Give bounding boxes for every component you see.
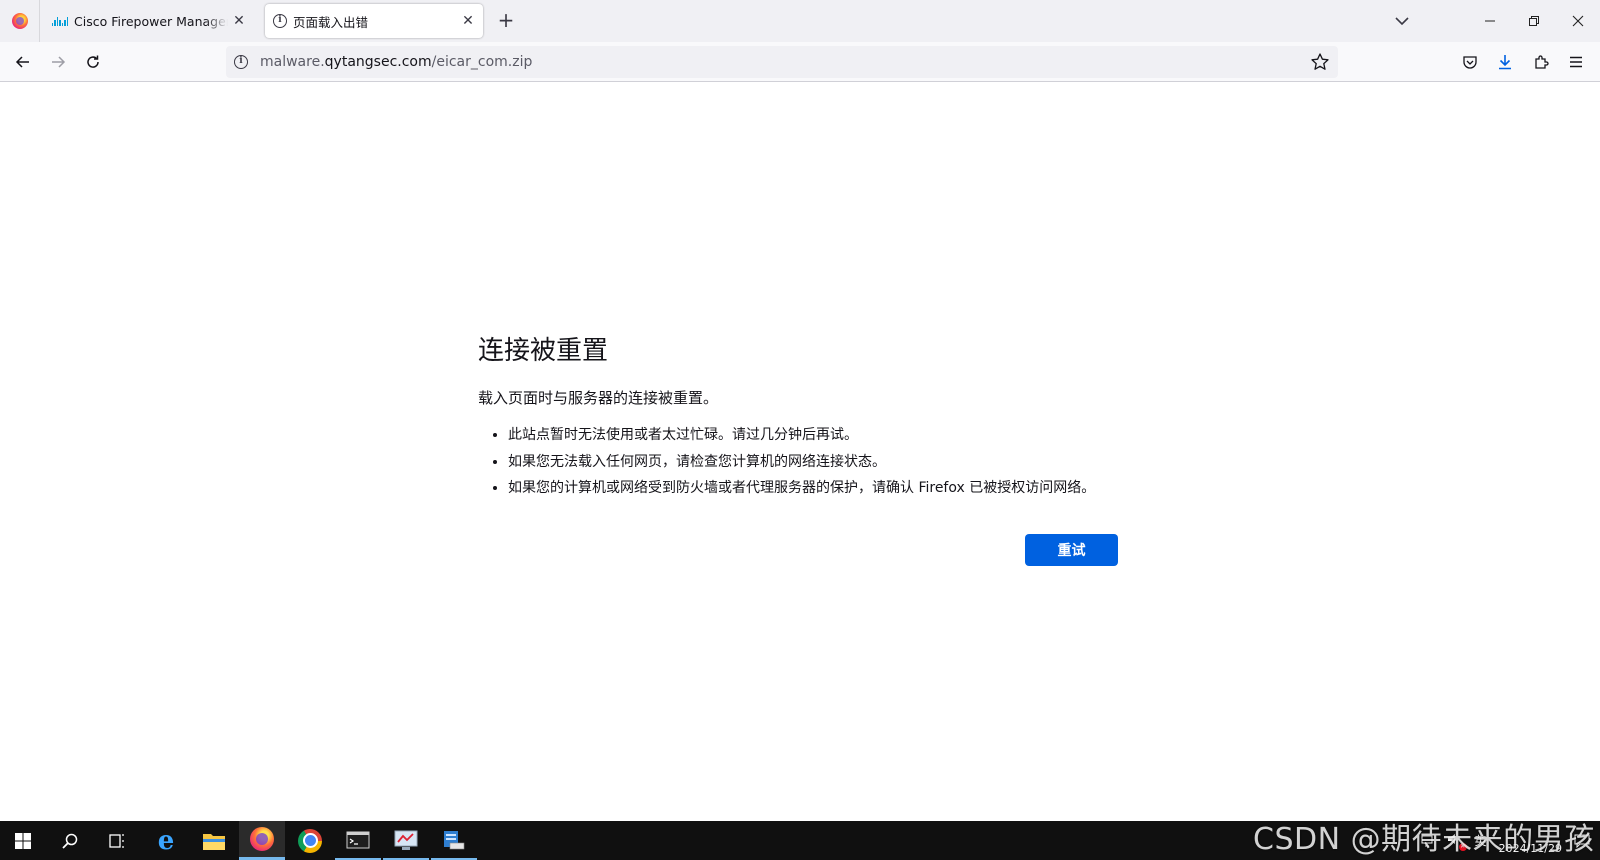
restore-button[interactable] <box>1512 0 1556 42</box>
close-tab-icon[interactable]: ✕ <box>228 10 250 32</box>
list-item: 此站点暂时无法使用或者太过忙碌。请过几分钟后再试。 <box>508 422 1118 449</box>
list-all-tabs-icon[interactable] <box>1393 12 1411 30</box>
tab-error-page[interactable]: i 页面载入出错 ✕ <box>265 4 483 38</box>
address-bar[interactable]: i malware.qytangsec.com/eicar_com.zip <box>226 46 1338 78</box>
info-icon: i <box>273 14 287 28</box>
downloads-button[interactable] <box>1491 48 1519 76</box>
internet-explorer-icon: e <box>157 825 175 856</box>
task-view-icon <box>109 833 124 848</box>
monitor-app-icon <box>394 830 418 850</box>
tab-title: Cisco Firepower Management Center <box>74 13 228 29</box>
url-domain-prefix: malware. <box>260 54 325 70</box>
taskbar-chrome[interactable] <box>287 821 333 860</box>
windows-start-icon <box>15 832 31 849</box>
error-description: 载入页面时与服务器的连接被重置。 <box>478 389 719 407</box>
search-icon <box>62 833 78 849</box>
cisco-icon <box>52 16 68 26</box>
list-item: 如果您无法载入任何网页，请检查您计算机的网络连接状态。 <box>508 449 1118 476</box>
minimize-icon <box>1485 20 1495 22</box>
taskbar-firefox[interactable] <box>239 821 285 860</box>
firefox-icon <box>250 827 274 851</box>
firefox-view-button[interactable] <box>0 0 40 42</box>
puzzle-piece-icon <box>1535 55 1549 69</box>
back-button[interactable] <box>9 48 37 76</box>
url-text[interactable]: malware.qytangsec.com/eicar_com.zip <box>260 54 532 70</box>
csdn-watermark: CSDN @期待未来的男孩 <box>1253 822 1595 857</box>
error-suggestion-list: 此站点暂时无法使用或者太过忙碌。请过几分钟后再试。 如果您无法载入任何网页，请检… <box>478 422 1118 502</box>
url-path: /eicar_com.zip <box>431 54 533 70</box>
chrome-icon <box>298 828 322 853</box>
file-explorer-icon <box>203 833 225 850</box>
server-manager-icon <box>444 830 465 849</box>
arrow-right-icon <box>52 56 66 68</box>
tab-strip: Cisco Firepower Management Center ✕ i 页面… <box>0 0 1600 42</box>
minimize-button[interactable] <box>1468 0 1512 42</box>
firefox-logo-icon <box>11 13 28 29</box>
taskbar-internet-explorer[interactable]: e <box>143 821 189 860</box>
restore-icon <box>1529 16 1539 26</box>
forward-button[interactable] <box>44 48 72 76</box>
error-page-container: 连接被重置 载入页面时与服务器的连接被重置。 此站点暂时无法使用或者太过忙碌。请… <box>478 330 1118 566</box>
close-tab-icon[interactable]: ✕ <box>457 10 479 32</box>
arrow-left-icon <box>15 56 29 68</box>
task-view-button[interactable] <box>94 821 140 860</box>
hamburger-menu-icon <box>1570 56 1582 68</box>
tab-title: 页面载入出错 <box>293 14 369 30</box>
taskbar-file-explorer[interactable] <box>191 821 237 860</box>
app-menu-button[interactable] <box>1562 48 1590 76</box>
pocket-button[interactable] <box>1456 48 1484 76</box>
taskbar-terminal[interactable] <box>335 821 381 860</box>
terminal-icon <box>346 831 370 848</box>
taskbar-search-button[interactable] <box>47 821 93 860</box>
retry-button[interactable]: 重试 <box>1025 534 1118 566</box>
site-info-icon[interactable]: i <box>234 55 248 69</box>
url-domain: qytangsec.com <box>324 54 432 70</box>
close-icon <box>1572 15 1584 27</box>
bookmark-star-icon[interactable] <box>1310 52 1330 72</box>
list-item: 如果您的计算机或网络受到防火墙或者代理服务器的保护，请确认 Firefox 已被… <box>508 475 1118 502</box>
reload-icon <box>87 55 99 68</box>
navigation-toolbar: i malware.qytangsec.com/eicar_com.zip <box>0 42 1600 82</box>
extensions-button[interactable] <box>1527 48 1555 76</box>
new-tab-button[interactable]: + <box>494 9 518 33</box>
taskbar-monitor-app[interactable] <box>383 821 429 860</box>
tab-cisco-firepower[interactable]: Cisco Firepower Management Center ✕ <box>44 4 254 38</box>
pocket-icon <box>1463 56 1477 69</box>
reload-button[interactable] <box>79 48 107 76</box>
close-window-button[interactable] <box>1556 0 1600 42</box>
download-icon <box>1499 55 1511 70</box>
error-title: 连接被重置 <box>478 336 609 366</box>
windows-start-button[interactable] <box>0 821 46 860</box>
taskbar-server-manager[interactable] <box>431 821 477 860</box>
